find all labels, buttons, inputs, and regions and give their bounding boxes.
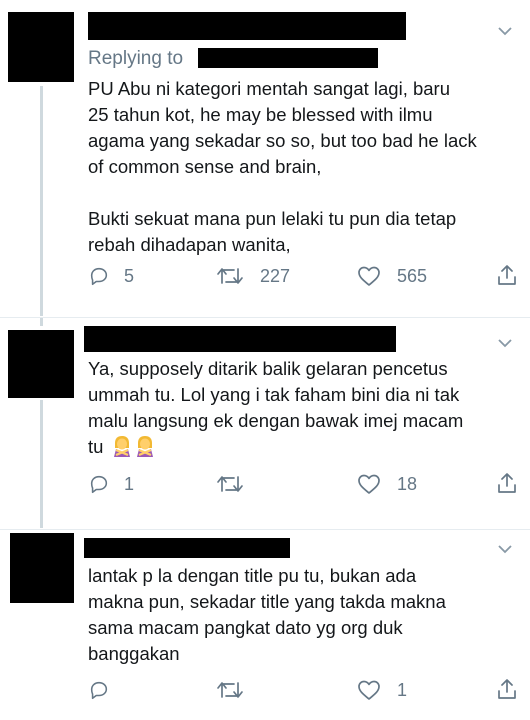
reply-button[interactable]: [88, 679, 124, 701]
like-count: 18: [397, 473, 418, 494]
share-button[interactable]: [496, 263, 518, 292]
tweet-line: of common sense and brain,: [88, 156, 322, 177]
like-icon: [358, 680, 380, 700]
tweet-line: tu: [88, 436, 104, 457]
tweet-line: lantak p la dengan title pu tu, bukan ad…: [88, 565, 417, 586]
share-button[interactable]: [496, 677, 518, 706]
tweet-line: Bukti sekuat mana pun lelaki tu pun dia …: [88, 208, 457, 229]
avatar[interactable]: [10, 533, 74, 603]
tweet-line: PU Abu ni kategori mentah sangat lagi, b…: [88, 78, 451, 99]
thread-line: [40, 86, 43, 316]
tweet-text: PU Abu ni kategori mentah sangat lagi, b…: [88, 76, 528, 258]
retweet-button[interactable]: [216, 473, 258, 495]
like-button[interactable]: 18: [357, 473, 417, 495]
like-icon: [358, 266, 380, 286]
tweet-line: rebah dihadapan wanita,: [88, 234, 291, 255]
like-count: 1: [397, 679, 408, 700]
more-options-button[interactable]: [496, 22, 514, 45]
like-button[interactable]: 565: [357, 265, 427, 287]
chevron-down-icon: [498, 27, 512, 36]
tweet-line: makna pun, sekadar title yang takda makn…: [88, 591, 446, 612]
reply-count: 1: [124, 473, 135, 494]
avatar[interactable]: [8, 330, 74, 398]
retweet-button[interactable]: 227: [216, 265, 290, 287]
avatar[interactable]: [8, 12, 74, 82]
share-icon: [498, 679, 516, 699]
tweet-line: 25 tahun kot, he may be blessed with ilm…: [88, 104, 433, 125]
like-count: 565: [397, 265, 428, 286]
thread-line: [40, 400, 43, 528]
tweet-line-with-emoji: tu: [88, 434, 528, 460]
tweet-line: banggakan: [88, 643, 180, 664]
reply-icon: [90, 475, 108, 494]
chevron-down-icon: [498, 545, 512, 554]
like-icon: [358, 474, 380, 494]
reply-count: 5: [124, 265, 135, 286]
share-button[interactable]: [496, 471, 518, 500]
redacted-reply-handle[interactable]: [198, 48, 378, 68]
redacted-author-name: [84, 326, 396, 352]
like-button[interactable]: 1: [357, 679, 407, 701]
thread-line: [40, 318, 43, 326]
reply-button[interactable]: 1: [88, 473, 134, 495]
retweet-icon: [217, 268, 243, 284]
reply-icon: [90, 267, 108, 286]
replying-to-label: Replying to: [88, 48, 184, 69]
tweet-line: sama macam pangkat dato yg org duk: [88, 617, 403, 638]
retweet-icon: [217, 682, 243, 698]
share-icon: [498, 265, 516, 285]
tweet-line: malu langsung ek dengan bawak imej macam: [88, 410, 464, 431]
tweet-text: lantak p la dengan title pu tu, bukan ad…: [88, 563, 528, 667]
redacted-author-name: [84, 538, 290, 558]
reply-button[interactable]: 5: [88, 265, 134, 287]
tweet-line: ummah tu. Lol yang i tak faham bini dia …: [88, 384, 460, 405]
redacted-author-name: [88, 12, 406, 40]
retweet-button[interactable]: [216, 679, 258, 701]
share-icon: [498, 473, 516, 493]
tweet-text: Ya, supposely ditarik balik gelaran penc…: [88, 356, 528, 460]
more-options-button[interactable]: [496, 540, 514, 563]
more-options-button[interactable]: [496, 334, 514, 357]
chevron-down-icon: [498, 339, 512, 348]
person-gesturing-no-emoji: [113, 436, 130, 457]
divider: [0, 317, 530, 318]
reply-icon: [90, 681, 108, 700]
person-gesturing-no-emoji: [136, 436, 153, 457]
retweet-icon: [217, 476, 243, 492]
tweet-line: agama yang sekadar so so, but too bad he…: [88, 130, 477, 151]
tweet-line: [88, 180, 528, 206]
tweet-line: Ya, supposely ditarik balik gelaran penc…: [88, 358, 448, 379]
divider: [0, 529, 530, 530]
retweet-count: 227: [260, 265, 291, 286]
